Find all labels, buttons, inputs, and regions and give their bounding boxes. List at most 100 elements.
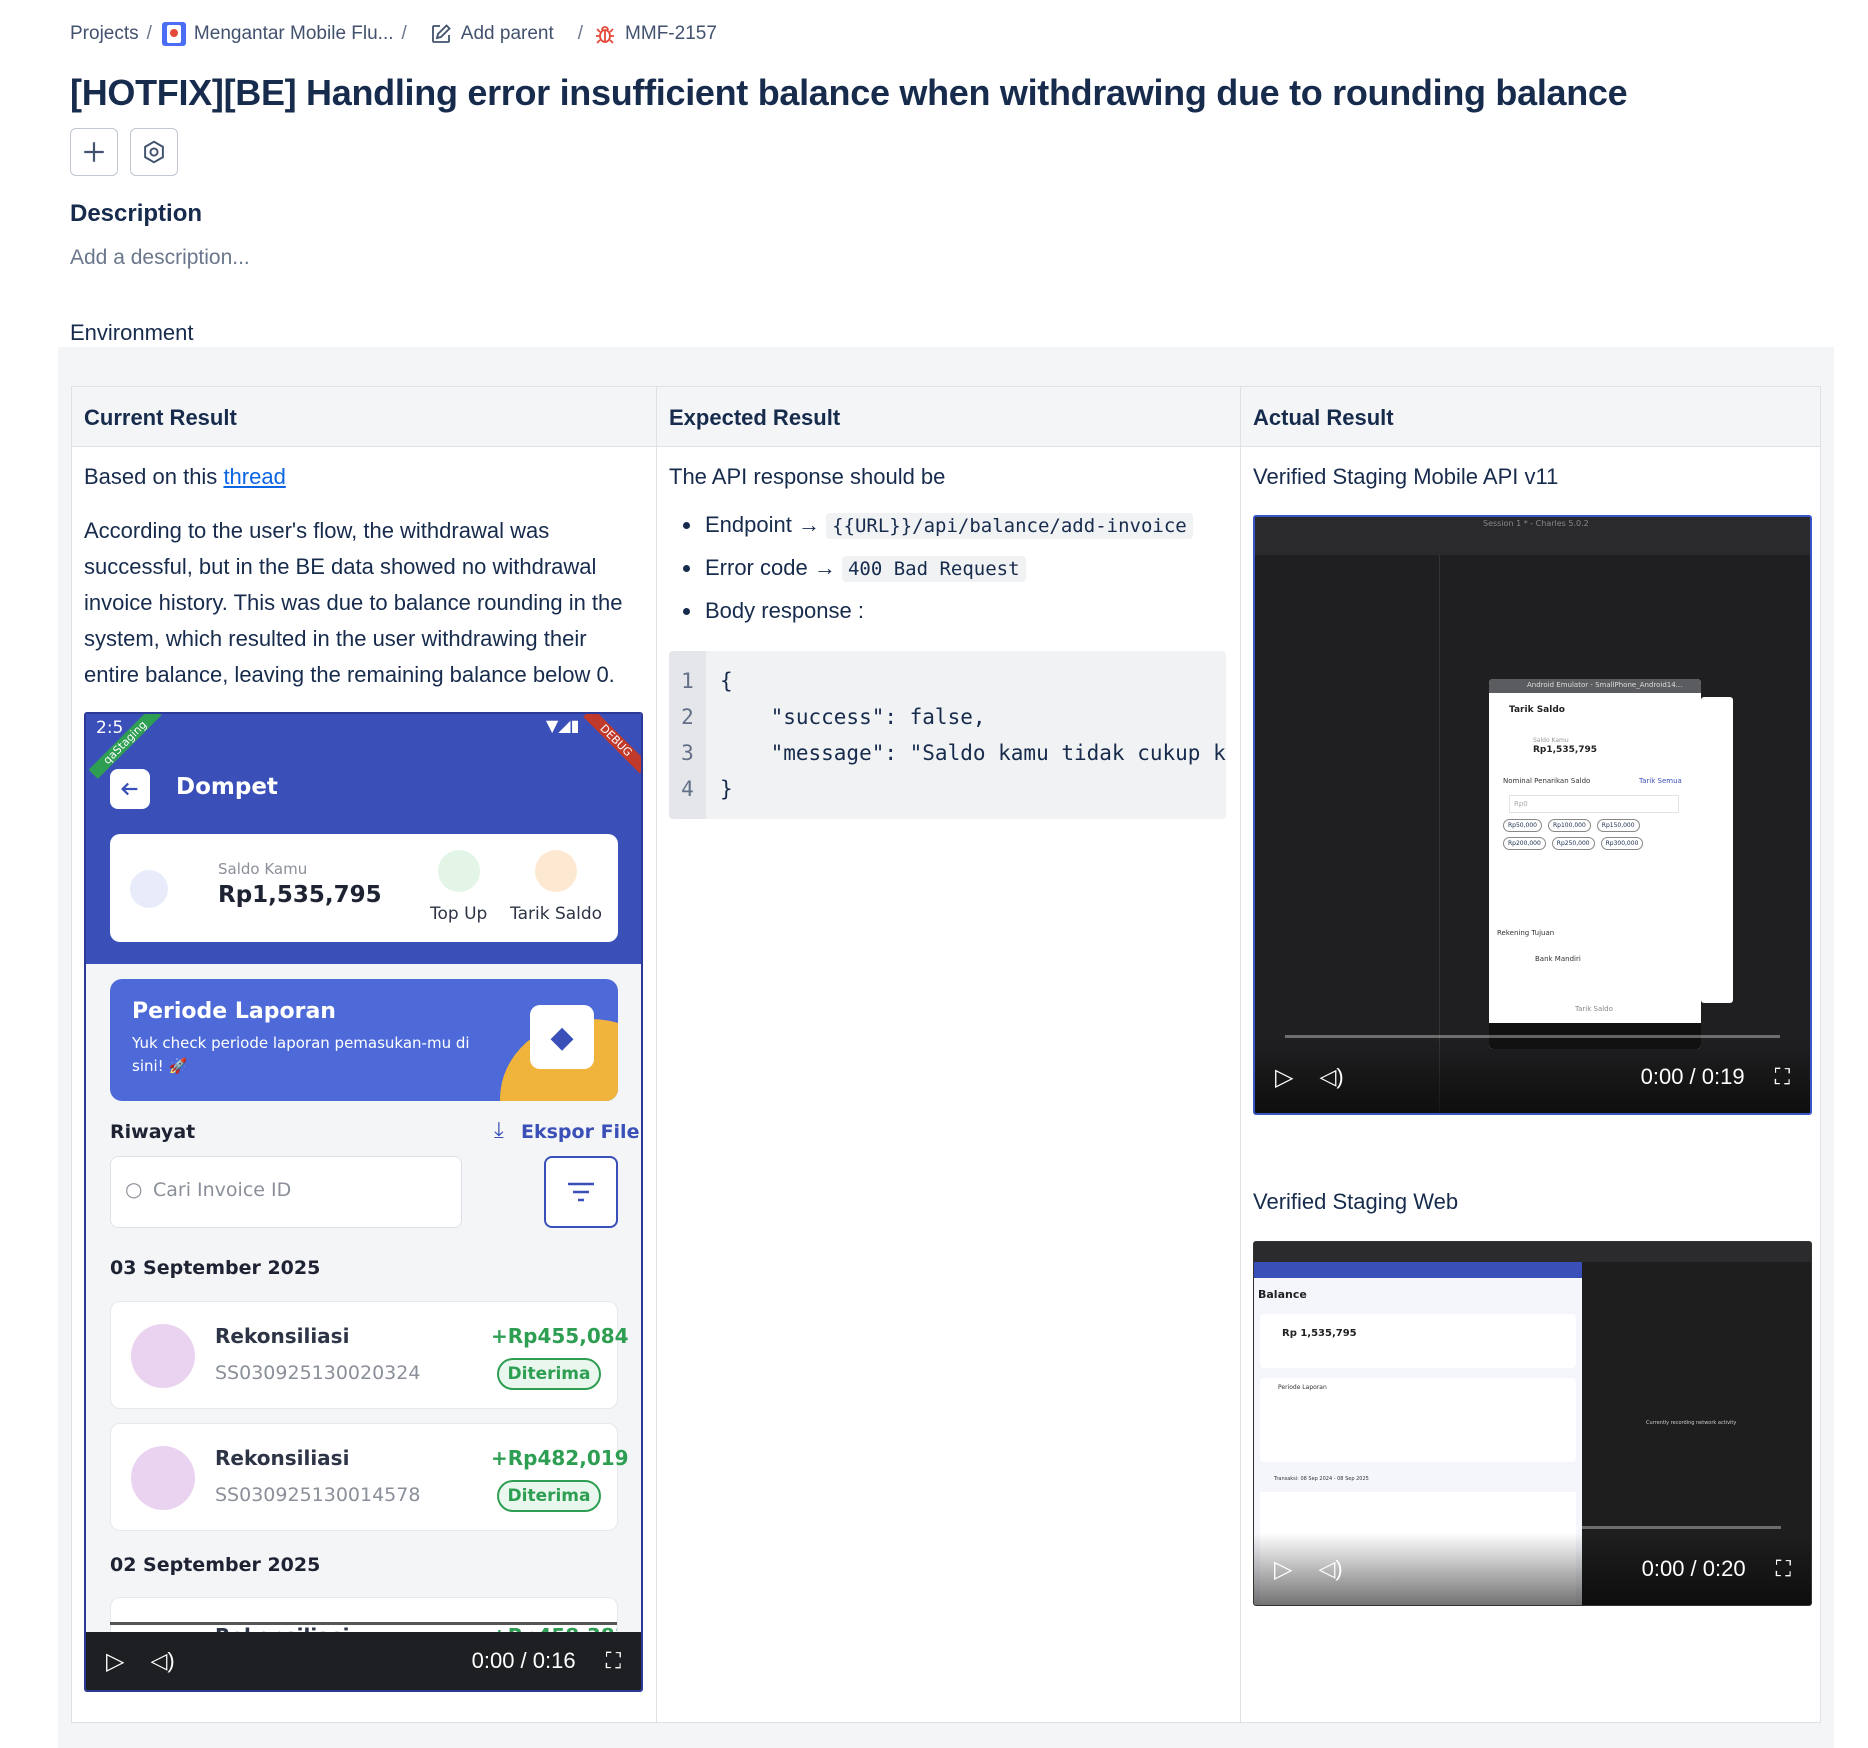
filter-icon [568,1182,594,1202]
inline-code: 400 Bad Request [841,556,1026,582]
reconcile-icon [131,1324,195,1388]
emulator-bank: Bank Mandiri [1535,955,1581,963]
status-time: 2:5 [96,718,124,738]
play-icon[interactable]: ▷ [1275,1063,1293,1092]
code-line: 2 "success": false, [681,705,986,729]
web-staging-video[interactable]: Balance Rp 1,535,795 Periode Laporan Tra… [1253,1241,1812,1606]
tarik-icon[interactable] [535,850,577,892]
issue-key: MMF-2157 [625,23,717,44]
video-controls: ▷ ◁) 0:00 / 0:16 ⛶ [86,1632,641,1690]
code-block[interactable]: 1{ 2 "success": false, 3 "message": "Sal… [669,651,1226,819]
ekspor-button[interactable]: Ekspor File [521,1121,639,1143]
web-balance-title: Balance [1258,1288,1307,1301]
volume-icon[interactable]: ◁) [150,1648,174,1674]
emulator-input: Rp0 [1509,795,1679,813]
row-amount: +Rp455,084 [491,1324,629,1348]
emulator-rekening: Rekening Tujuan [1497,929,1555,937]
reconcile-icon [131,1446,195,1510]
charles-divider [1439,555,1440,1113]
breadcrumb-project[interactable]: Mengantar Mobile Flu... [161,22,394,46]
apps-button[interactable] [130,128,178,176]
invoice-search-input[interactable]: ○ Cari Invoice ID [110,1156,462,1228]
status-badge: Diterima [497,1358,601,1390]
add-button[interactable] [70,128,118,176]
search-placeholder: Cari Invoice ID [153,1179,292,1201]
bullet-label: Error code → [705,555,836,580]
amount-chip: Rp50,000 [1503,819,1542,832]
breadcrumb-projects[interactable]: Projects [70,23,139,45]
fullscreen-icon[interactable]: ⛶ [606,1648,621,1674]
amount-chip: Rp200,000 [1503,837,1546,850]
tarik-label[interactable]: Tarik Saldo [510,904,602,924]
plus-icon [84,142,104,162]
add-parent-button[interactable]: Add parent [429,22,554,46]
breadcrumb-separator: / [577,23,584,44]
code-line: 4} [681,777,733,801]
charles-title: Session 1 * - Charles 5.0.2 [1483,519,1589,528]
video-time: 0:00 / 0:19 [1640,1064,1745,1089]
breadcrumb: Projects / Mengantar Mobile Flu... / Add… [70,20,717,48]
video-progress[interactable] [1285,1035,1780,1038]
back-button[interactable] [110,769,150,809]
phone-title: Dompet [176,774,278,800]
paragraph-line: invoice history. This was due to balance… [84,590,623,615]
periode-title: Periode Laporan [132,999,336,1024]
breadcrumb-issue[interactable]: MMF-2157 [593,22,717,46]
video-progress[interactable] [1284,1526,1781,1529]
riwayat-label: Riwayat [110,1121,196,1143]
description-input[interactable]: Add a description... [70,246,250,270]
paragraph: According to the user's flow, the withdr… [84,513,644,693]
emulator-tarik-semua: Tarik Semua [1639,777,1682,785]
breadcrumb-separator: / [146,23,152,44]
arrow-left-icon [121,782,138,796]
expected-list: Endpoint → {{URL}}/api/balance/add-invoi… [669,507,1228,629]
table-cell: The API response should be Endpoint → {{… [657,447,1240,649]
project-avatar-icon [161,22,186,46]
list-item[interactable]: Rekonsiliasi SS030925130020324 +Rp455,08… [110,1301,629,1409]
list-item[interactable]: Rekonsiliasi SS030925130014578 +Rp482,01… [110,1423,629,1531]
expected-result-column: Expected Result The API response should … [656,387,1240,1722]
table-header: Actual Result [1241,387,1820,447]
intro-text: Based on this [84,464,224,489]
emulator-saldo-label: Saldo Kamu [1533,737,1569,744]
row-amount: +Rp482,019 [491,1446,629,1470]
filter-button[interactable] [544,1156,618,1228]
paragraph-line: entire balance, leaving the remaining ba… [84,662,615,687]
play-icon[interactable]: ▷ [106,1647,124,1676]
breadcrumb-separator: / [401,23,407,44]
amount-chip: Rp250,000 [1551,837,1595,850]
paragraph-line: According to the user's flow, the withdr… [84,518,550,543]
amount-chip: Rp150,000 [1596,819,1640,832]
emulator-title: Android Emulator - SmallPhone_Android14.… [1527,681,1683,689]
bug-icon [596,26,615,44]
play-icon[interactable]: ▷ [1274,1555,1292,1584]
settings-icon [144,140,164,164]
browser-toolbar [1254,1242,1811,1262]
video-progress[interactable] [110,1622,617,1625]
paragraph-line: system, which resulted in the user withd… [84,626,587,651]
volume-icon[interactable]: ◁) [1318,1556,1342,1582]
issue-title[interactable]: [HOTFIX][BE] Handling error insufficient… [70,72,1628,114]
emulator-nominal: Nominal Penarikan Saldo [1503,777,1591,785]
fullscreen-icon[interactable]: ⛶ [1775,1064,1790,1090]
topup-label[interactable]: Top Up [430,904,487,924]
fullscreen-icon[interactable]: ⛶ [1776,1556,1791,1582]
code-line: 3 "message": "Saldo kamu tidak cukup k [681,741,1226,765]
wifi-icon: ▼◢▮ [546,716,580,735]
video-controls: ▷ ◁) 0:00 / 0:20 ⛶ [1254,1533,1811,1605]
current-result-video[interactable]: 2:5 qaStaging DEBUG ▼◢▮ Dompet Saldo Kam… [84,712,643,1692]
devtools-recording: Currently recording network activity [1646,1420,1737,1426]
thread-link[interactable]: thread [223,464,285,489]
volume-icon[interactable]: ◁) [1319,1064,1343,1090]
intro-line: Based on this thread [84,459,644,495]
table-header: Expected Result [657,387,1240,447]
inline-code: {{URL}}/api/balance/add-invoice [826,513,1193,539]
mobile-api-video[interactable]: Session 1 * - Charles 5.0.2 Android Emul… [1253,515,1812,1115]
bullet-label: Body response : [705,598,864,623]
paragraph-line: successful, but in the BE data showed no… [84,554,597,579]
search-icon: ○ [125,1177,143,1201]
list-item: Body response : [669,593,1228,629]
periode-banner[interactable]: Periode Laporan Yuk check periode lapora… [110,979,618,1101]
topup-icon[interactable] [438,850,480,892]
row-title: Rekonsiliasi [215,1324,350,1348]
